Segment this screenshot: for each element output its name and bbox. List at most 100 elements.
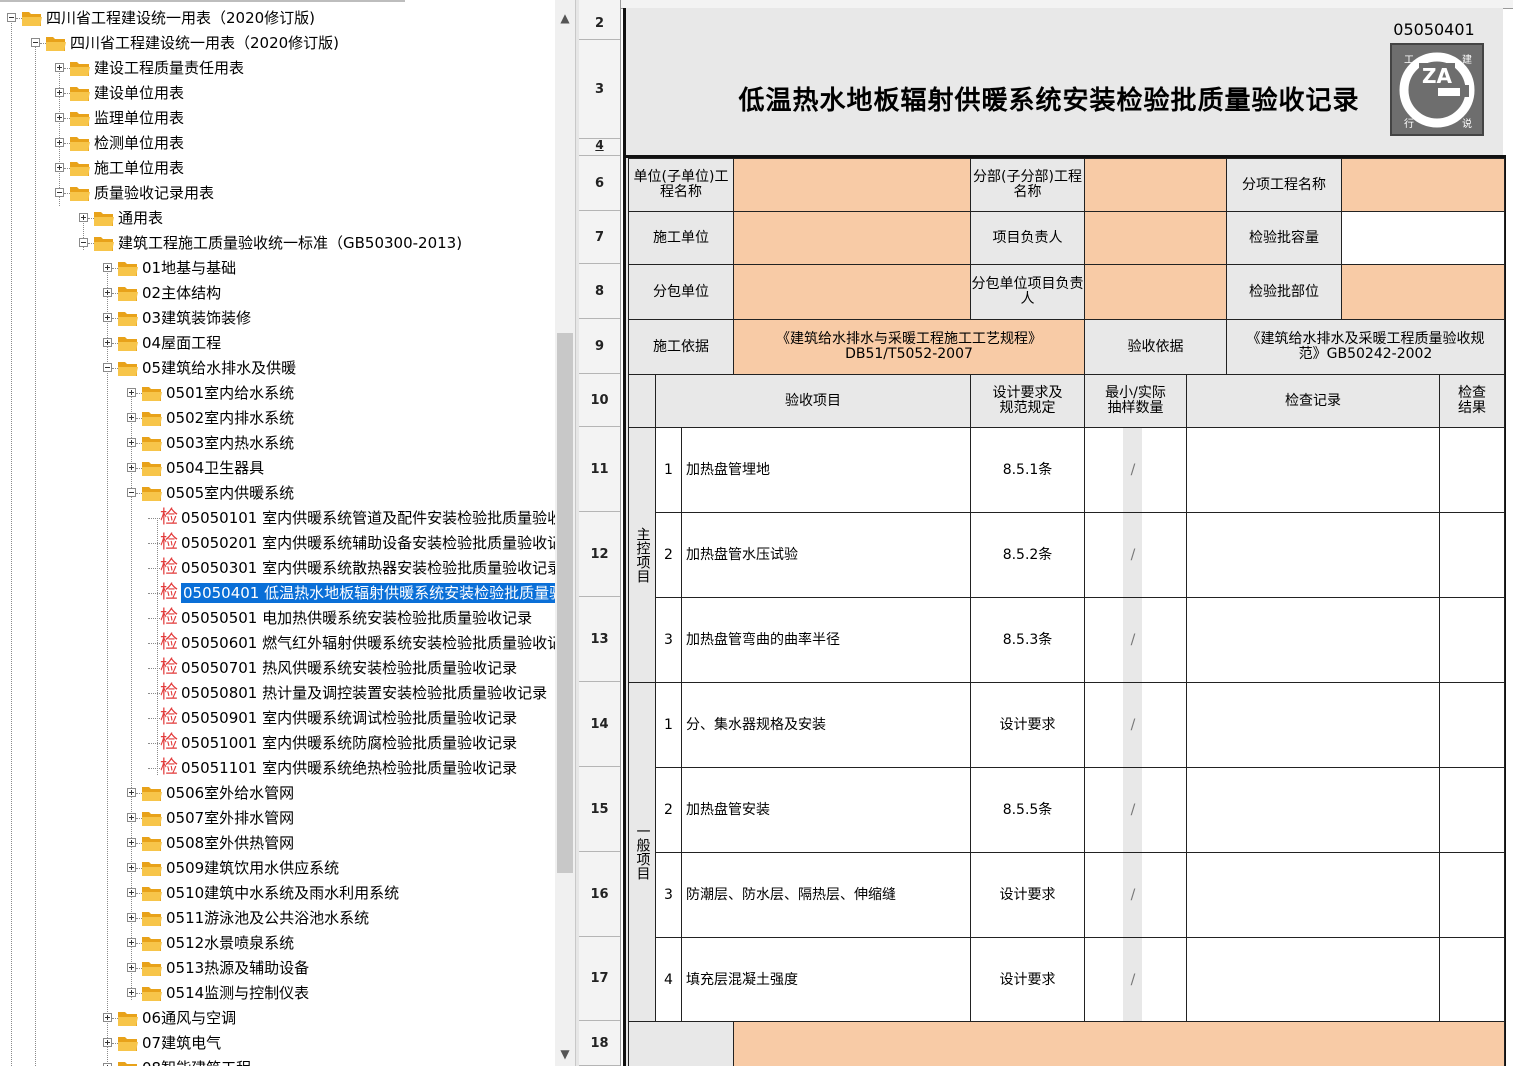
- sample-actual[interactable]: [1142, 937, 1187, 1023]
- check-record[interactable]: [1186, 937, 1440, 1023]
- expand-icon[interactable]: [55, 88, 64, 97]
- row-number[interactable]: 13: [579, 597, 620, 682]
- expand-icon[interactable]: [127, 813, 136, 822]
- tree-folder-item[interactable]: 0513热源及辅助设备: [0, 956, 555, 981]
- sample-actual[interactable]: [1142, 852, 1187, 938]
- tree-leaf-item[interactable]: 检 05050101 室内供暖系统管道及配件安装检验批质量验收记录: [0, 506, 555, 531]
- check-result[interactable]: [1439, 512, 1505, 598]
- sample-actual[interactable]: [1142, 682, 1187, 768]
- check-record[interactable]: [1186, 427, 1440, 513]
- expand-icon[interactable]: [103, 288, 112, 297]
- sample-min[interactable]: [1084, 682, 1124, 768]
- tree-folder-item[interactable]: 0506室外给水管网: [0, 781, 555, 806]
- row-number[interactable]: 18: [579, 1021, 620, 1066]
- tree-panel[interactable]: 四川省工程建设统一用表（2020修订版) 四川省工程建设统一用表（2020修订版)…: [0, 0, 555, 1066]
- tree-folder-item[interactable]: 0505室内供暖系统: [0, 481, 555, 506]
- expand-icon[interactable]: [127, 388, 136, 397]
- expand-icon[interactable]: [55, 163, 64, 172]
- tree-folder-item[interactable]: 通用表: [0, 206, 555, 231]
- check-result[interactable]: [1439, 852, 1505, 938]
- input-sub-pm[interactable]: [1084, 264, 1227, 320]
- check-result[interactable]: [1439, 682, 1505, 768]
- tree-folder-item[interactable]: 0504卫生器具: [0, 456, 555, 481]
- tree-folder-item[interactable]: 0502室内排水系统: [0, 406, 555, 431]
- collapse-icon[interactable]: [103, 363, 112, 372]
- tree-folder-item[interactable]: 05建筑给水排水及供暖: [0, 356, 555, 381]
- input-location[interactable]: [1341, 264, 1505, 320]
- expand-icon[interactable]: [103, 1013, 112, 1022]
- expand-icon[interactable]: [55, 113, 64, 122]
- sample-actual[interactable]: [1142, 767, 1187, 853]
- tree-leaf-item[interactable]: 检 05050301 室内供暖系统散热器安装检验批质量验收记录: [0, 556, 555, 581]
- sample-min[interactable]: [1084, 512, 1124, 598]
- sample-actual[interactable]: [1142, 512, 1187, 598]
- row-number[interactable]: 3: [579, 40, 620, 139]
- expand-icon[interactable]: [127, 938, 136, 947]
- tree-folder-item[interactable]: 检测单位用表: [0, 131, 555, 156]
- tree-folder-item[interactable]: 建设单位用表: [0, 81, 555, 106]
- sample-min[interactable]: [1084, 767, 1124, 853]
- tree-folder-item[interactable]: 四川省工程建设统一用表（2020修订版): [0, 6, 555, 31]
- tree-leaf-item[interactable]: 检 05051101 室内供暖系统绝热检验批质量验收记录: [0, 756, 555, 781]
- sample-actual[interactable]: [1142, 427, 1187, 513]
- tree-folder-item[interactable]: 07建筑电气: [0, 1031, 555, 1056]
- tree-folder-item[interactable]: 06通风与空调: [0, 1006, 555, 1031]
- tree-folder-item[interactable]: 四川省工程建设统一用表（2020修订版): [0, 31, 555, 56]
- sample-min[interactable]: [1084, 427, 1124, 513]
- expand-icon[interactable]: [127, 913, 136, 922]
- sample-min[interactable]: [1084, 597, 1124, 683]
- tree-leaf-item[interactable]: 检 05050501 电加热供暖系统安装检验批质量验收记录: [0, 606, 555, 631]
- tree-scrollbar[interactable]: ▲ ▼: [555, 0, 575, 1066]
- tree-folder-item[interactable]: 04屋面工程: [0, 331, 555, 356]
- tree-folder-item[interactable]: 01地基与基础: [0, 256, 555, 281]
- input-subdivision[interactable]: [1084, 158, 1227, 212]
- tree-folder-item[interactable]: 建筑工程施工质量验收统一标准（GB50300-2013): [0, 231, 555, 256]
- expand-icon[interactable]: [127, 838, 136, 847]
- row-number[interactable]: 9: [579, 319, 620, 374]
- tree-leaf-item[interactable]: 检 05050701 热风供暖系统安装检验批质量验收记录: [0, 656, 555, 681]
- collapse-icon[interactable]: [55, 188, 64, 197]
- row-number[interactable]: 4: [579, 139, 620, 156]
- expand-icon[interactable]: [127, 988, 136, 997]
- collapse-icon[interactable]: [79, 238, 88, 247]
- tree-folder-item[interactable]: 施工单位用表: [0, 156, 555, 181]
- row-number[interactable]: 11: [579, 427, 620, 512]
- tree-folder-item[interactable]: 质量验收记录用表: [0, 181, 555, 206]
- row-number[interactable]: 12: [579, 512, 620, 597]
- row-number[interactable]: 16: [579, 852, 620, 937]
- expand-icon[interactable]: [103, 1038, 112, 1047]
- expand-icon[interactable]: [103, 313, 112, 322]
- row-number[interactable]: 15: [579, 767, 620, 852]
- tree-folder-item[interactable]: 0509建筑饮用水供应系统: [0, 856, 555, 881]
- collapse-icon[interactable]: [7, 13, 16, 22]
- row-number[interactable]: 10: [579, 374, 620, 427]
- collapse-icon[interactable]: [127, 488, 136, 497]
- sample-min[interactable]: [1084, 852, 1124, 938]
- check-result[interactable]: [1439, 427, 1505, 513]
- check-result[interactable]: [1439, 597, 1505, 683]
- sample-min[interactable]: [1084, 937, 1124, 1023]
- scroll-down-arrow-icon[interactable]: ▼: [555, 1044, 575, 1064]
- input-subcontractor[interactable]: [733, 264, 971, 320]
- spreadsheet-view[interactable]: 2 3 4 6 7 8 9 10 11 12 13 14 15 16 17 18 05050401 ZA 工 …: [579, 0, 1513, 1066]
- expand-icon[interactable]: [79, 213, 88, 222]
- tree-folder-item[interactable]: 0507室外排水管网: [0, 806, 555, 831]
- input-contractor[interactable]: [733, 211, 971, 265]
- expand-icon[interactable]: [55, 63, 64, 72]
- row-number[interactable]: 7: [579, 211, 620, 264]
- row-number[interactable]: 17: [579, 937, 620, 1021]
- check-record[interactable]: [1186, 767, 1440, 853]
- check-record[interactable]: [1186, 852, 1440, 938]
- expand-icon[interactable]: [127, 963, 136, 972]
- tree-folder-item[interactable]: 监理单位用表: [0, 106, 555, 131]
- expand-icon[interactable]: [127, 863, 136, 872]
- check-result[interactable]: [1439, 937, 1505, 1023]
- expand-icon[interactable]: [127, 413, 136, 422]
- expand-icon[interactable]: [127, 888, 136, 897]
- input-capacity[interactable]: [1341, 211, 1505, 265]
- tree-folder-item[interactable]: 08智能建筑工程: [0, 1056, 555, 1066]
- tree-leaf-item[interactable]: 检 05050201 室内供暖系统辅助设备安装检验批质量验收记录: [0, 531, 555, 556]
- input-item-name[interactable]: [1341, 158, 1505, 212]
- expand-icon[interactable]: [103, 338, 112, 347]
- tree-leaf-item[interactable]: 检05050401 低温热水地板辐射供暖系统安装检验批质量验收记录: [0, 581, 555, 606]
